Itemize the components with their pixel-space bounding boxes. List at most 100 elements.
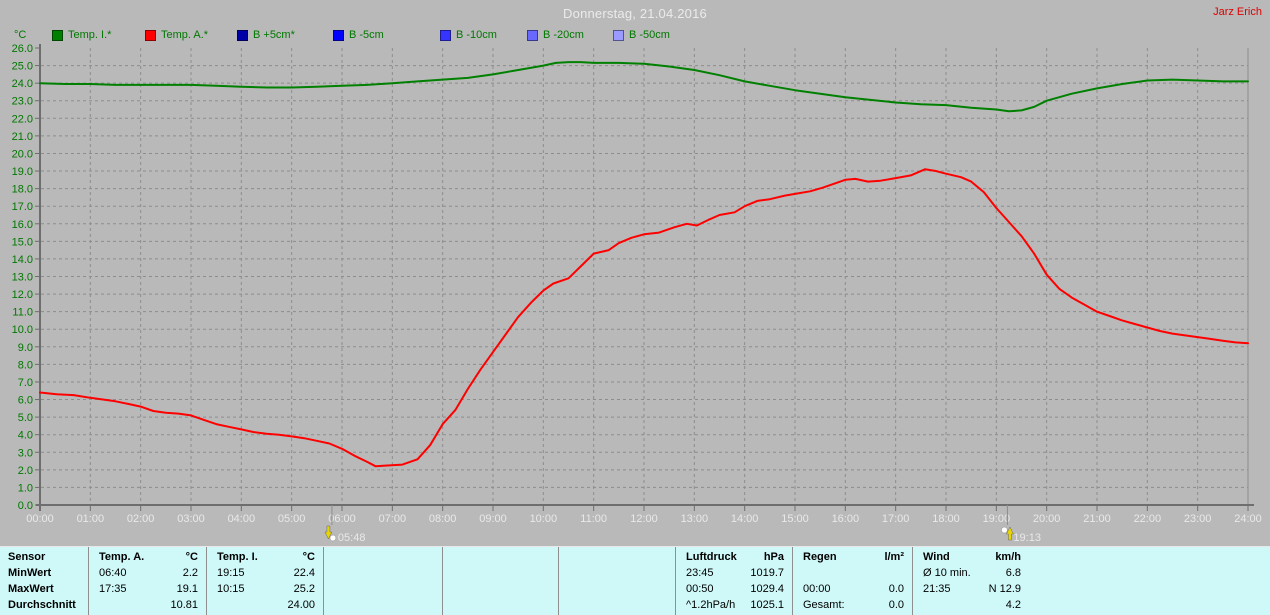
table-row [324, 581, 442, 597]
stat-col-temp-a-: Temp. A. °C 06:40 2.2 17:35 19.1 10.81 [88, 547, 206, 615]
x-tick-label: 23:00 [1184, 513, 1212, 525]
cell-label [443, 565, 453, 581]
cell-value: 0.0 [888, 583, 904, 595]
cell-label: Ø 10 min. [923, 567, 971, 579]
cell-label: Luftdruck [686, 551, 737, 563]
cell-value [434, 565, 442, 581]
cell-label: ^1.2hPa/h [686, 599, 736, 611]
legend-label: Temp. I.* [68, 29, 112, 41]
legend-item-temp-i-: Temp. I.* [52, 29, 145, 41]
table-row [443, 581, 558, 597]
legend-swatch [333, 29, 344, 41]
table-row: 06:40 2.2 [89, 565, 206, 581]
y-tick-label: 5.0 [18, 412, 33, 424]
cell-value [550, 597, 558, 613]
x-tick-label: 13:00 [681, 513, 709, 525]
legend-label: B -20cm [543, 29, 584, 41]
y-tick-label: 16.0 [12, 219, 33, 231]
cell-value: 1025.1 [750, 599, 784, 611]
cell-value [667, 549, 675, 565]
y-tick-label: 9.0 [18, 342, 33, 354]
cell-value [904, 565, 912, 581]
cell-value: 2.2 [182, 567, 198, 579]
y-tick-label: 24.0 [12, 78, 33, 90]
cell-label: 17:35 [99, 583, 127, 595]
cell-label: Temp. I. [217, 551, 258, 563]
temperature-chart: 0.0 1.0 2.0 3.0 4.0 5.0 6.0 7.0 8.0 9.0 10.0 11.0 12… [12, 44, 1262, 544]
x-tick-label: 10:00 [530, 513, 558, 525]
stat-row-labels: Sensor MinWert MaxWert Durchschnitt [0, 547, 88, 615]
cell-value [550, 549, 558, 565]
stat-col-empty [323, 547, 442, 615]
cell-label [443, 581, 453, 597]
table-row [559, 565, 675, 581]
y-tick-label: 15.0 [12, 236, 33, 248]
cell-label: Durchschnitt [8, 599, 76, 611]
table-header-row: Temp. I. °C [207, 549, 323, 565]
cell-value [667, 581, 675, 597]
cell-value [80, 581, 88, 597]
table-row: MinWert [0, 565, 88, 581]
table-row: 21:35 N 12.9 [913, 581, 1029, 597]
table-header-row: Sensor [0, 549, 88, 565]
stat-col-empty [442, 547, 558, 615]
cell-label: Sensor [8, 551, 46, 563]
cell-value: km/h [995, 551, 1021, 563]
cell-label [207, 597, 217, 613]
legend: °C Temp. I.* Temp. A.* B +5cm* B -5cm B -10c… [0, 26, 1270, 44]
cell-label: 21:35 [923, 583, 951, 595]
stat-col-temp-i-: Temp. I. °C 19:15 22.4 10:15 25.2 24.00 [206, 547, 323, 615]
cell-value [550, 565, 558, 581]
y-tick-label: 14.0 [12, 254, 33, 266]
y-tick-label: 2.0 [18, 465, 33, 477]
cell-label [559, 581, 569, 597]
table-row: 4.2 [913, 597, 1029, 613]
y-tick-label: 4.0 [18, 430, 33, 442]
x-tick-label: 04:00 [228, 513, 256, 525]
cell-value: N 12.9 [988, 583, 1021, 595]
y-axis-unit: °C [14, 29, 27, 41]
legend-label: B -10cm [456, 29, 497, 41]
cell-label: MaxWert [8, 583, 54, 595]
cell-label: Gesamt: [803, 599, 845, 611]
cell-value: 24.00 [287, 599, 315, 611]
y-tick-label: 6.0 [18, 395, 33, 407]
x-tick-label: 07:00 [379, 513, 407, 525]
y-tick-label: 7.0 [18, 377, 33, 389]
cell-label [324, 597, 334, 613]
cell-label: 06:40 [99, 567, 127, 579]
cell-value: 0.0 [888, 599, 904, 611]
table-header-row [443, 549, 558, 565]
x-tick-label: 02:00 [127, 513, 155, 525]
x-tick-label: 19:00 [983, 513, 1011, 525]
cell-label: 19:15 [217, 567, 245, 579]
user-name: Jarz Erich [1213, 6, 1262, 18]
cell-value: 25.2 [293, 583, 315, 595]
table-row [559, 581, 675, 597]
cell-value [434, 549, 442, 565]
summary-table: Sensor MinWert MaxWert Durchschnitt Temp. A.… [0, 546, 1270, 615]
cell-value [550, 581, 558, 597]
table-row: 10.81 [89, 597, 206, 613]
cell-label: 00:50 [686, 583, 714, 595]
y-tick-label: 1.0 [18, 482, 33, 494]
legend-label: Temp. A.* [161, 29, 209, 41]
y-tick-label: 20.0 [12, 148, 33, 160]
table-row: 10:15 25.2 [207, 581, 323, 597]
legend-item-temp-a-: Temp. A.* [145, 29, 237, 41]
table-header-row: Temp. A. °C [89, 549, 206, 565]
cell-value [434, 581, 442, 597]
table-row [443, 597, 558, 613]
legend-swatch [440, 29, 451, 41]
marker-time-label: 19:13 [1013, 532, 1041, 544]
x-tick-label: 20:00 [1033, 513, 1061, 525]
cell-label [324, 565, 334, 581]
table-row [443, 565, 558, 581]
stat-col-regen: Regen l/m² 00:00 0.0 Gesamt: 0.0 [792, 547, 912, 615]
cell-value: 10.81 [170, 599, 198, 611]
weather-day-view: { "header": { "title": "Donnerstag, 21.0… [0, 0, 1270, 615]
x-tick-label: 05:00 [278, 513, 306, 525]
marker-time-label: 05:48 [338, 532, 366, 544]
x-tick-label: 18:00 [932, 513, 960, 525]
cell-label [559, 549, 569, 565]
